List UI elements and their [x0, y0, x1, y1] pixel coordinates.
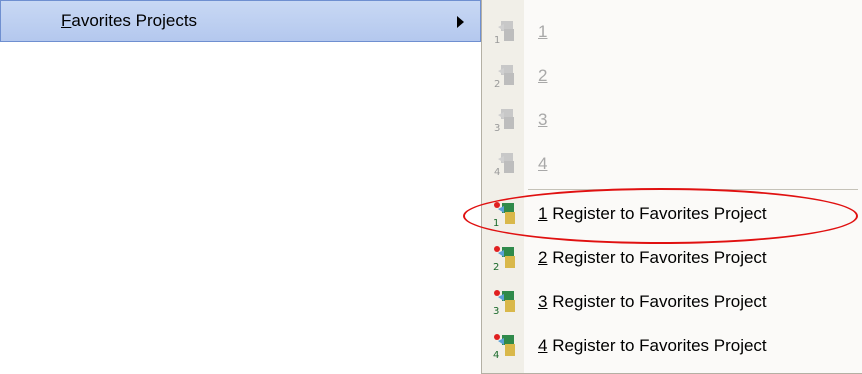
- mnemonic: F: [61, 11, 72, 30]
- register-favorite-project-icon: 2: [493, 246, 515, 271]
- svg-text:3: 3: [494, 123, 500, 133]
- submenu-item-open-favorite-4[interactable]: 4 4: [482, 142, 862, 186]
- submenu-item-open-favorite-3[interactable]: 3 3: [482, 98, 862, 142]
- svg-text:4: 4: [494, 167, 500, 177]
- register-favorite-project-icon: 4: [493, 334, 515, 359]
- menu-item-label: Favorites Projects: [61, 11, 197, 31]
- submenu-item-label: 2: [538, 66, 548, 85]
- svg-text:1: 1: [493, 218, 499, 227]
- svg-text:2: 2: [493, 262, 499, 271]
- favorite-project-icon: 1: [494, 21, 514, 45]
- register-favorite-project-icon: 1: [493, 202, 515, 227]
- svg-text:3: 3: [493, 306, 499, 315]
- submenu-item-label: 3 Register to Favorites Project: [538, 292, 767, 311]
- register-favorite-project-icon: 3: [493, 290, 515, 315]
- submenu-item-register-favorite-1[interactable]: 1 1 Register to Favorites Project: [482, 192, 862, 236]
- submenu-item-label: 1: [538, 22, 548, 41]
- submenu-item-open-favorite-1[interactable]: 1 1: [482, 10, 862, 54]
- submenu-arrow-icon: [457, 16, 464, 28]
- submenu-item-open-favorite-2[interactable]: 2 2: [482, 54, 862, 98]
- submenu-item-register-favorite-4[interactable]: 4 4 Register to Favorites Project: [482, 324, 862, 368]
- favorites-projects-submenu: 1 1 2 2 3 3 4 4 1 1 Register to Favorite…: [481, 0, 862, 374]
- submenu-item-label: 3: [538, 110, 548, 129]
- menu-separator: [528, 189, 858, 190]
- label-text: avorites Projects: [71, 11, 198, 30]
- submenu-item-register-favorite-2[interactable]: 2 2 Register to Favorites Project: [482, 236, 862, 280]
- svg-text:1: 1: [494, 35, 500, 45]
- submenu-item-label: 4: [538, 154, 548, 173]
- favorite-project-icon: 3: [494, 109, 514, 133]
- favorite-project-icon: 4: [494, 153, 514, 177]
- svg-text:4: 4: [493, 350, 499, 359]
- submenu-item-label: 1 Register to Favorites Project: [538, 204, 767, 223]
- submenu-item-label: 4 Register to Favorites Project: [538, 336, 767, 355]
- svg-text:2: 2: [494, 79, 500, 89]
- menu-item-favorites-projects[interactable]: Favorites Projects: [0, 0, 481, 42]
- favorite-project-icon: 2: [494, 65, 514, 89]
- submenu-item-register-favorite-3[interactable]: 3 3 Register to Favorites Project: [482, 280, 862, 324]
- submenu-item-label: 2 Register to Favorites Project: [538, 248, 767, 267]
